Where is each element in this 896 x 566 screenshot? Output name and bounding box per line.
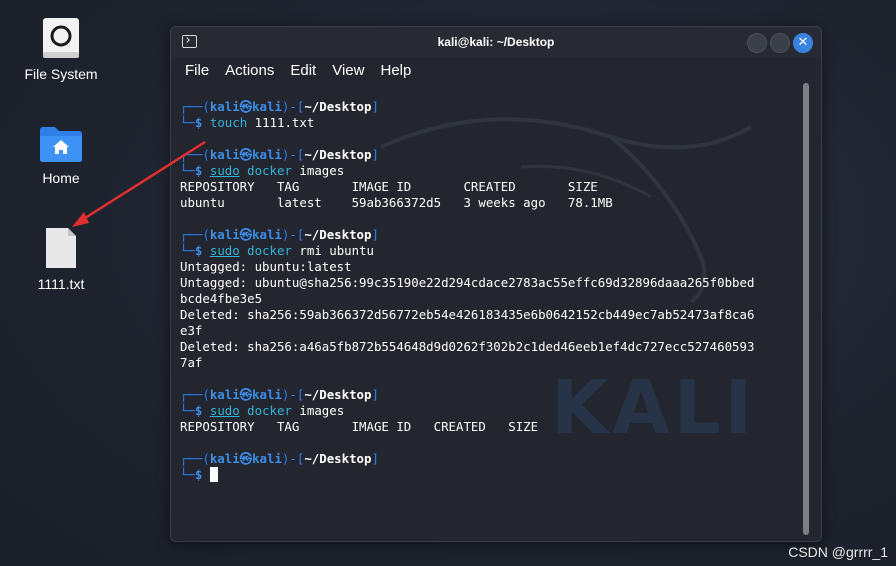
annotation-arrow-icon (72, 140, 206, 227)
desktop: File System Home 1111.txt KALI kali@kali… (0, 0, 896, 566)
credit-watermark: CSDN @grrrr_1 (788, 544, 888, 560)
